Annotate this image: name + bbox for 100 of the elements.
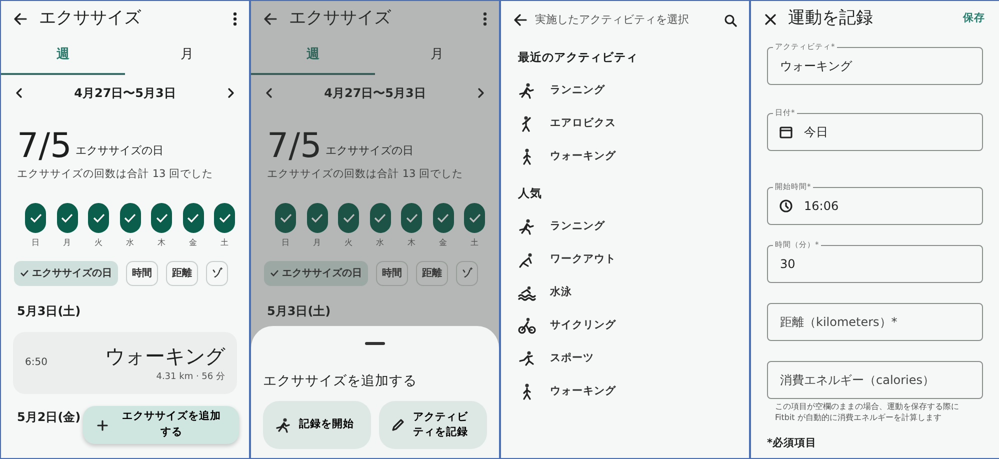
- day-label: 木: [408, 236, 416, 249]
- search-icon[interactable]: [724, 14, 737, 26]
- exercise-day-count: 7/5: [267, 129, 322, 163]
- next-icon[interactable]: [477, 87, 485, 99]
- check-icon: [30, 212, 42, 223]
- date-range: 4月27日〜5月3日: [324, 85, 426, 102]
- calendar-icon: [779, 125, 793, 139]
- close-icon[interactable]: [765, 14, 776, 24]
- more-options-icon[interactable]: [483, 12, 487, 26]
- more-options-icon[interactable]: [233, 12, 237, 26]
- activity-item[interactable]: ランニング: [501, 74, 749, 108]
- check-icon: [92, 212, 104, 223]
- check-icon: [374, 212, 386, 223]
- tab[interactable]: 月: [125, 37, 249, 75]
- count-label: エクササイズの日: [326, 142, 414, 158]
- day-label: 金: [189, 236, 197, 249]
- back-icon[interactable]: [513, 13, 527, 27]
- check-icon: [437, 212, 449, 223]
- required-note: *必須項目: [766, 436, 818, 452]
- date-range: 4月27日〜5月3日: [74, 85, 176, 102]
- day-label: 水: [126, 236, 134, 249]
- day-label: 木: [158, 236, 166, 249]
- summary-text: エクササイズの回数は合計 13 回でした: [266, 167, 464, 182]
- day-label: 金: [439, 236, 447, 249]
- running-figure-icon: [275, 417, 291, 434]
- pencil-icon: [391, 418, 405, 432]
- check-icon: [20, 269, 29, 278]
- check-icon: [280, 212, 292, 223]
- screen-title: 実施したアクティビティを選択: [535, 12, 689, 28]
- activity-item[interactable]: エアロビクス: [501, 107, 749, 140]
- tab[interactable]: 週: [1, 37, 125, 75]
- count-label: エクササイズの日: [76, 142, 164, 158]
- filter-chip[interactable]: ゾ: [456, 260, 478, 286]
- plus-icon: [97, 420, 108, 430]
- check-icon: [270, 269, 279, 278]
- filter-chip[interactable]: 時間: [376, 260, 408, 286]
- filter-chip[interactable]: 距離: [416, 260, 448, 286]
- clock-icon: [779, 199, 793, 213]
- day-label: 月: [63, 236, 71, 249]
- input-field[interactable]: 消費エネルギー（calories）: [767, 361, 983, 399]
- check-icon: [124, 212, 136, 223]
- sheet-action-button[interactable]: アクティビティを記録: [379, 401, 487, 450]
- activity-card[interactable]: 6:50 ウォーキング 4.31 km · 56 分: [13, 332, 237, 394]
- screen-title: エクササイズ: [39, 7, 141, 30]
- day-label: 土: [470, 236, 478, 249]
- day-label: 日: [32, 236, 40, 249]
- filter-chip[interactable]: ゾ: [206, 260, 228, 286]
- drag-handle[interactable]: [365, 342, 385, 345]
- save-button[interactable]: 保存: [963, 11, 985, 27]
- next-icon[interactable]: [227, 87, 235, 99]
- swimming-icon: [518, 284, 536, 302]
- helper-text: この項目が空欄のままの場合、運動を保存する際に Fitbit が自動的に消費エネルギーを計算します: [774, 401, 960, 424]
- back-icon[interactable]: [13, 12, 27, 26]
- exercise-day-count: 7/5: [17, 129, 72, 163]
- section-heading: 人気: [517, 185, 543, 202]
- activity-item[interactable]: 水泳: [501, 276, 749, 310]
- activity-item[interactable]: ランニング: [501, 210, 749, 244]
- day-label: 月: [313, 236, 321, 249]
- summary-text: エクササイズの回数は合計 13 回でした: [16, 167, 214, 182]
- running-figure-icon: [518, 218, 536, 236]
- date-heading: 5月3日(土): [17, 302, 81, 320]
- activity-item[interactable]: サイクリング: [501, 310, 749, 342]
- activity-item[interactable]: ウォーキング: [501, 140, 749, 174]
- sheet-title: エクササイズを追加する: [263, 372, 418, 391]
- activity-stats: 4.31 km · 56 分: [156, 371, 225, 384]
- filter-chip[interactable]: エクササイズの日: [264, 260, 368, 286]
- date-heading: 5月2日(金): [17, 408, 81, 426]
- activity-item[interactable]: スポーツ: [501, 342, 749, 376]
- filter-chip[interactable]: 時間: [126, 260, 158, 286]
- check-icon: [406, 212, 418, 223]
- check-icon: [156, 212, 168, 223]
- sports-figure-icon: [518, 350, 536, 368]
- check-icon: [468, 212, 480, 223]
- check-icon: [218, 212, 230, 223]
- activity-name: ウォーキング: [105, 343, 225, 370]
- add-exercise-button[interactable]: エクササイズを追加する: [83, 406, 239, 444]
- tab[interactable]: 月: [375, 37, 499, 75]
- activity-item[interactable]: ウォーキング: [501, 376, 749, 408]
- day-label: 火: [344, 236, 352, 249]
- day-label: 火: [94, 236, 102, 249]
- filter-chip[interactable]: 距離: [166, 260, 198, 286]
- running-figure-icon: [518, 82, 536, 100]
- check-icon: [311, 212, 323, 223]
- previous-icon[interactable]: [265, 87, 273, 99]
- screen-title: エクササイズ: [289, 7, 391, 30]
- input-field[interactable]: 距離（kilometers）*: [767, 303, 983, 341]
- sheet-action-button[interactable]: 記録を開始: [263, 401, 371, 450]
- screen-title: 運動を記録: [788, 7, 873, 30]
- check-icon: [342, 212, 354, 223]
- check-icon: [187, 212, 199, 223]
- day-label: 土: [220, 236, 228, 249]
- check-icon: [61, 212, 73, 223]
- entry-time: 6:50: [25, 356, 48, 370]
- filter-chip[interactable]: エクササイズの日: [14, 260, 118, 286]
- activity-item[interactable]: ワークアウト: [501, 244, 749, 276]
- date-heading: 5月3日(土): [267, 302, 331, 320]
- back-icon[interactable]: [263, 12, 277, 26]
- previous-icon[interactable]: [15, 87, 23, 99]
- day-label: 日: [282, 236, 290, 249]
- day-label: 水: [376, 236, 384, 249]
